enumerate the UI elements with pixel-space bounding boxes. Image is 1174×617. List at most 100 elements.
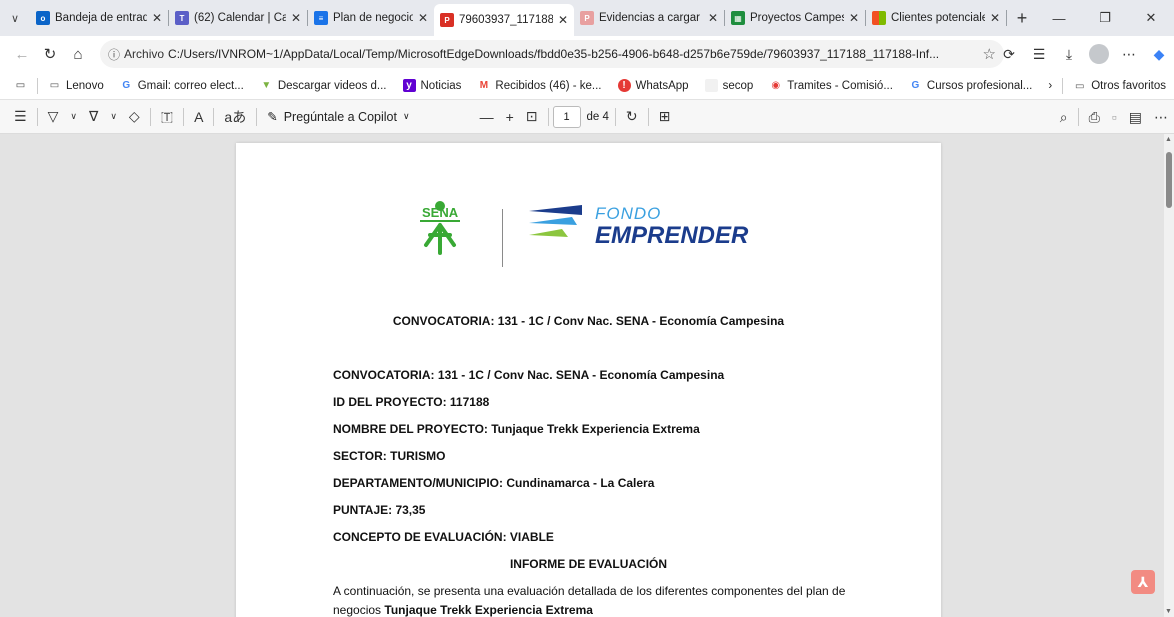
page-total: de 4 bbox=[586, 110, 609, 123]
chevron-right-icon[interactable]: › bbox=[1040, 80, 1060, 92]
yahoo-icon: y bbox=[402, 79, 416, 92]
search-icon[interactable]: ⌕ bbox=[1054, 100, 1074, 134]
tab-evidencias[interactable]: P Evidencias a cargar ✕ bbox=[574, 0, 724, 36]
svg-text:FONDO: FONDO bbox=[595, 204, 661, 223]
more-icon[interactable]: ⋯ bbox=[1148, 100, 1174, 134]
ms-icon bbox=[872, 11, 886, 25]
rotate-icon[interactable]: ↻ bbox=[620, 100, 644, 134]
chevron-down-icon[interactable]: ∨ bbox=[104, 100, 123, 134]
contents-icon[interactable]: ☰ bbox=[8, 100, 33, 134]
url-field[interactable]: ⓘ Archivo C:/Users/IVNROM~1/AppData/Loca… bbox=[100, 40, 1004, 68]
scroll-up-icon[interactable]: ▲ bbox=[1165, 136, 1172, 143]
page-view-icon[interactable]: ⊞ bbox=[653, 100, 677, 134]
close-icon[interactable]: ✕ bbox=[418, 11, 428, 25]
favorites-bar: ▭ ▭ Lenovo G Gmail: correo elect... ▼ Desca… bbox=[0, 72, 1174, 100]
highlight-icon[interactable]: ▽ bbox=[42, 100, 65, 134]
fit-page-icon[interactable]: ⊡ bbox=[520, 100, 544, 134]
scroll-down-icon[interactable]: ▼ bbox=[1165, 608, 1172, 615]
read-aloud-icon[interactable]: A bbox=[188, 100, 209, 134]
close-icon[interactable]: ✕ bbox=[990, 11, 1000, 25]
eraser-icon[interactable]: ◇ bbox=[123, 100, 146, 134]
vertical-scrollbar[interactable]: ▲ ▼ bbox=[1164, 134, 1174, 617]
google-icon: G bbox=[122, 80, 131, 91]
close-icon[interactable]: ✕ bbox=[708, 11, 718, 25]
minimize-icon[interactable]: — bbox=[1036, 0, 1082, 36]
tab-calendar[interactable]: T (62) Calendar | Cale ✕ bbox=[169, 0, 307, 36]
close-icon[interactable]: ✕ bbox=[291, 11, 301, 25]
restore-icon[interactable]: ❐ bbox=[1082, 0, 1128, 36]
favorite-whatsapp[interactable]: ! WhatsApp bbox=[610, 79, 697, 92]
draw-icon[interactable]: ∇ bbox=[83, 100, 104, 134]
gmail-icon: M bbox=[479, 80, 489, 91]
extensions-icon[interactable]: ⟳ bbox=[994, 46, 1024, 63]
tab-title: Bandeja de entrada bbox=[55, 12, 147, 24]
field-convocatoria: CONVOCATORIA: 131 - 1C / Conv Nac. SENA … bbox=[333, 368, 725, 382]
print-icon[interactable]: ⎙ bbox=[1083, 100, 1106, 134]
tab-title: 79603937_117188_ bbox=[459, 14, 553, 26]
tab-bandeja[interactable]: o Bandeja de entrada ✕ bbox=[30, 0, 168, 36]
copilot-icon[interactable]: ◆ bbox=[1144, 46, 1174, 63]
profile-avatar[interactable] bbox=[1089, 44, 1109, 64]
refresh-icon[interactable]: ↻ bbox=[36, 40, 64, 68]
home-icon[interactable]: ⌂ bbox=[64, 40, 92, 68]
header-convocatoria: CONVOCATORIA: 131 - 1C / Conv Nac. SENA … bbox=[392, 314, 785, 328]
teams-icon: T bbox=[175, 11, 189, 25]
page-number-input[interactable]: 1 bbox=[552, 105, 581, 128]
new-tab-button[interactable]: + bbox=[1007, 8, 1037, 29]
url-text: C:/Users/IVNROM~1/AppData/Local/Temp/Mic… bbox=[168, 47, 940, 61]
close-icon[interactable]: ✕ bbox=[152, 11, 162, 25]
whatsapp-icon: ! bbox=[617, 79, 631, 92]
pdf-icon: P bbox=[580, 11, 594, 25]
other-favorites[interactable]: ▭ Otros favoritos bbox=[1065, 80, 1174, 93]
outlook-icon: o bbox=[36, 11, 50, 25]
favorite-secop[interactable]: secop bbox=[697, 79, 762, 92]
blank-icon bbox=[704, 79, 718, 92]
copilot-icon: ✎ bbox=[267, 110, 278, 124]
scroll-thumb[interactable] bbox=[1166, 152, 1172, 208]
copilot-button[interactable]: ✎ Pregúntale a Copilot ∨ bbox=[261, 100, 415, 134]
favorite-noticias[interactable]: y Noticias bbox=[395, 79, 470, 92]
favorite-lenovo[interactable]: ▭ Lenovo bbox=[40, 79, 112, 92]
close-icon[interactable]: ✕ bbox=[849, 11, 859, 25]
info-icon[interactable]: ⓘ bbox=[108, 46, 120, 63]
close-icon[interactable]: ✕ bbox=[558, 13, 568, 27]
zoom-out-icon[interactable]: — bbox=[474, 100, 500, 134]
acrobat-icon[interactable]: ⅄ bbox=[1131, 570, 1155, 594]
window-close-icon[interactable]: ✕ bbox=[1128, 0, 1174, 36]
text-box-icon[interactable]: 🇹 bbox=[155, 100, 179, 134]
tab-plan-negocio[interactable]: ≡ Plan de negocio ✕ bbox=[308, 0, 434, 36]
pdf-page: SENA FONDO EMPRENDER CONVOCATORIA: 131 -… bbox=[236, 143, 941, 617]
favorite-gmail[interactable]: G Gmail: correo elect... bbox=[112, 79, 252, 92]
favorite-tramites[interactable]: ◉ Tramites - Comisió... bbox=[761, 79, 901, 92]
zoom-in-icon[interactable]: + bbox=[500, 100, 520, 134]
more-icon[interactable]: ⋯ bbox=[1114, 46, 1144, 63]
document-viewer[interactable]: SENA FONDO EMPRENDER CONVOCATORIA: 131 -… bbox=[0, 134, 1164, 617]
doc-icon: ≡ bbox=[314, 11, 328, 25]
favorite-descargar[interactable]: ▼ Descargar videos d... bbox=[252, 79, 395, 92]
folder-icon: ▭ bbox=[1074, 80, 1085, 92]
chevron-down-icon[interactable]: ∨ bbox=[64, 100, 83, 134]
informe-title: INFORME DE EVALUACIÓN bbox=[509, 557, 668, 571]
favorites-list-icon[interactable]: ☰ bbox=[1024, 46, 1054, 63]
tab-actions-chevron-icon[interactable]: ∨ bbox=[0, 0, 30, 36]
collections-icon[interactable]: ▭ bbox=[6, 79, 35, 92]
tab-pdf-active[interactable]: P 79603937_117188_ ✕ bbox=[434, 4, 574, 36]
tab-proyectos[interactable]: ▦ Proyectos Campesi ✕ bbox=[725, 0, 865, 36]
save-as-icon[interactable]: ▤ bbox=[1123, 100, 1148, 134]
translate-icon[interactable]: aあ bbox=[218, 100, 252, 134]
favorite-recibidos[interactable]: M Recibidos (46) - ke... bbox=[469, 79, 609, 92]
favorite-cursos[interactable]: G Cursos profesional... bbox=[901, 79, 1040, 92]
intro-paragraph: A continuación, se presenta una evaluaci… bbox=[333, 584, 846, 617]
sheets-icon: ▦ bbox=[731, 11, 745, 25]
field-puntaje: PUNTAJE: 73,35 bbox=[333, 503, 426, 517]
pdf-toolbar: ☰ ▽ ∨ ∇ ∨ ◇ 🇹 A aあ ✎ Pregúntale a Copilo… bbox=[0, 100, 1174, 134]
field-id-proyecto: ID DEL PROYECTO: 117188 bbox=[333, 395, 490, 409]
field-nombre-proyecto: NOMBRE DEL PROYECTO: Tunjaque Trekk Expe… bbox=[333, 422, 700, 436]
save-icon[interactable]: ▫ bbox=[1106, 100, 1123, 134]
back-icon[interactable]: ← bbox=[8, 40, 36, 68]
tab-clientes[interactable]: Clientes potenciale ✕ bbox=[866, 0, 1006, 36]
downloads-icon[interactable]: ⤓ bbox=[1054, 46, 1084, 63]
logo-divider bbox=[502, 209, 503, 267]
field-departamento: DEPARTAMENTO/MUNICIPIO: Cundinamarca - L… bbox=[333, 476, 655, 490]
pdf-icon: P bbox=[440, 13, 454, 27]
